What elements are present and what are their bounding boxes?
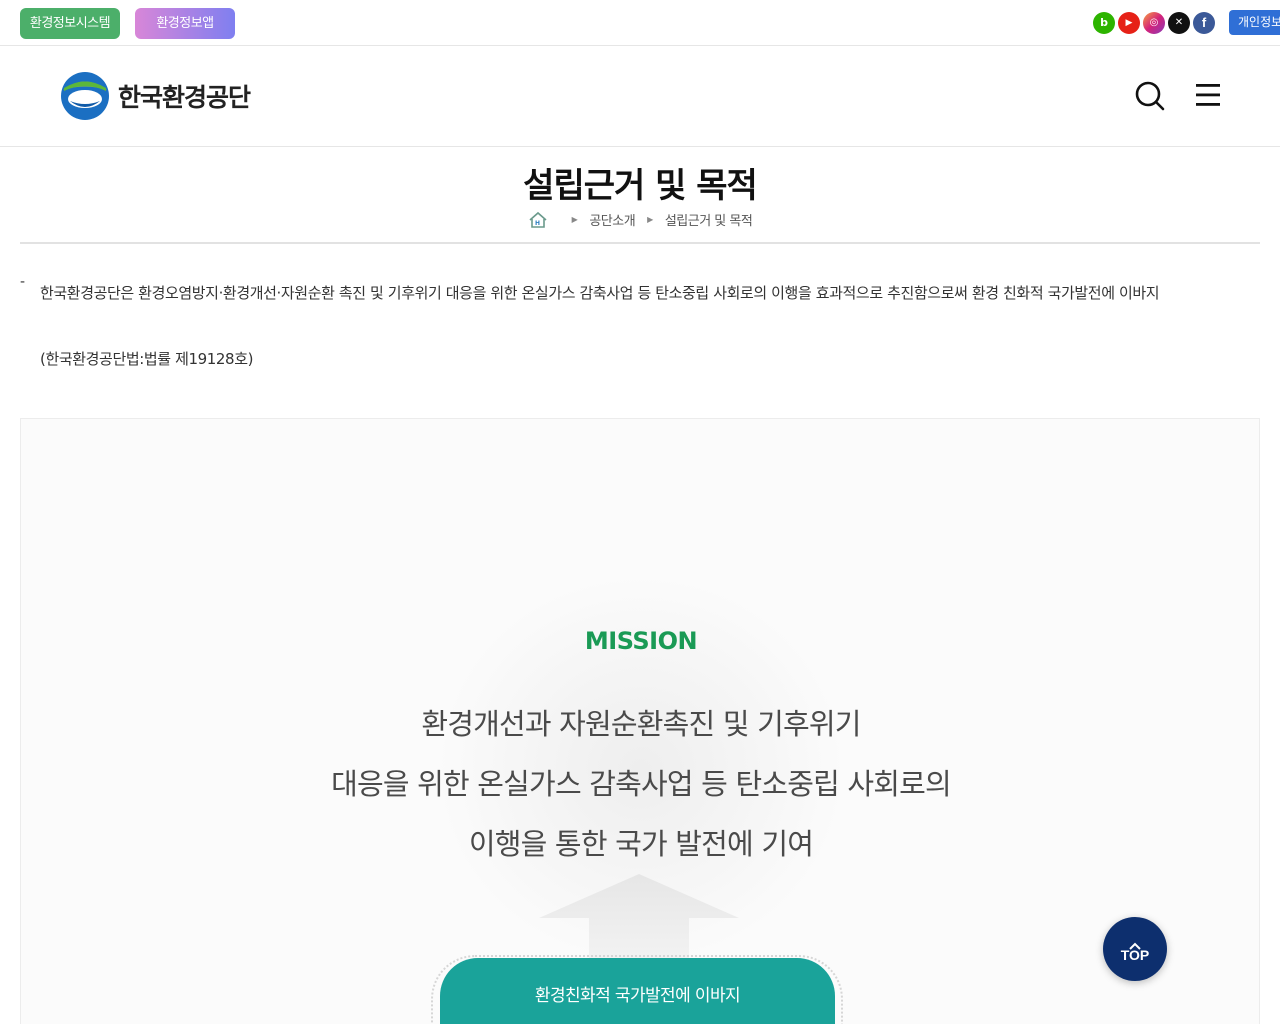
chevron-up-icon: [1129, 935, 1141, 950]
description-bullet: -: [20, 274, 26, 290]
site-logo[interactable]: 한국환경공단: [60, 70, 251, 122]
breadcrumb-item-about[interactable]: 공단소개: [589, 210, 635, 229]
mission-line-1: 환경개선과 자원순환촉진 및 기후위기: [421, 707, 861, 741]
blog-icon[interactable]: b: [1093, 12, 1115, 34]
breadcrumb-separator-icon: ▶: [647, 215, 653, 224]
legal-basis-text: (한국환경공단법:법률 제19128호): [40, 350, 254, 368]
logo-text: 한국환경공단: [118, 83, 251, 112]
utility-bar: 환경정보시스템 환경정보앱 b ▶ ◎ ✕ f 개인정보: [0, 0, 1280, 46]
site-header: 한국환경공단: [0, 46, 1280, 147]
mission-section: MISSION 환경개선과 자원순환촉진 및 기후위기 대응을 위한 온실가스 …: [20, 418, 1260, 1024]
youtube-icon[interactable]: ▶: [1118, 12, 1140, 34]
top-label: TOP: [1120, 947, 1150, 963]
up-arrow-icon: [539, 874, 739, 964]
search-icon[interactable]: [1134, 80, 1166, 112]
mission-line-2: 대응을 위한 온실가스 감축사업 등 탄소중립 사회로의: [331, 767, 952, 801]
breadcrumb: H ▶ 공단소개 ▶ 설립근거 및 목적: [0, 210, 1280, 229]
breadcrumb-separator-icon: ▶: [571, 215, 578, 224]
breadcrumb-item-current[interactable]: 설립근거 및 목적: [665, 210, 753, 229]
home-icon[interactable]: H: [528, 211, 548, 229]
facebook-icon[interactable]: f: [1193, 12, 1215, 34]
page-title: 설립근거 및 목적: [523, 166, 758, 206]
env-info-app-button[interactable]: 환경정보앱: [135, 8, 235, 39]
mission-label: MISSION: [584, 627, 698, 655]
logo-emblem-icon: [60, 71, 110, 121]
vision-badge: 환경친화적 국가발전에 이바지: [440, 958, 835, 1024]
instagram-icon[interactable]: ◎: [1143, 12, 1165, 34]
env-info-system-button[interactable]: 환경정보시스템: [20, 8, 120, 39]
scroll-top-button[interactable]: TOP: [1103, 917, 1167, 981]
x-icon[interactable]: ✕: [1168, 12, 1190, 34]
title-divider: [20, 242, 1260, 244]
privacy-button[interactable]: 개인정보: [1229, 10, 1280, 35]
svg-text:H: H: [535, 220, 540, 227]
mission-line-3: 이행을 통한 국가 발전에 기여: [468, 827, 814, 861]
menu-icon[interactable]: [1194, 82, 1222, 108]
establishment-purpose-text: 한국환경공단은 환경오염방지·환경개선·자원순환 촉진 및 기후위기 대응을 위…: [40, 284, 1160, 302]
